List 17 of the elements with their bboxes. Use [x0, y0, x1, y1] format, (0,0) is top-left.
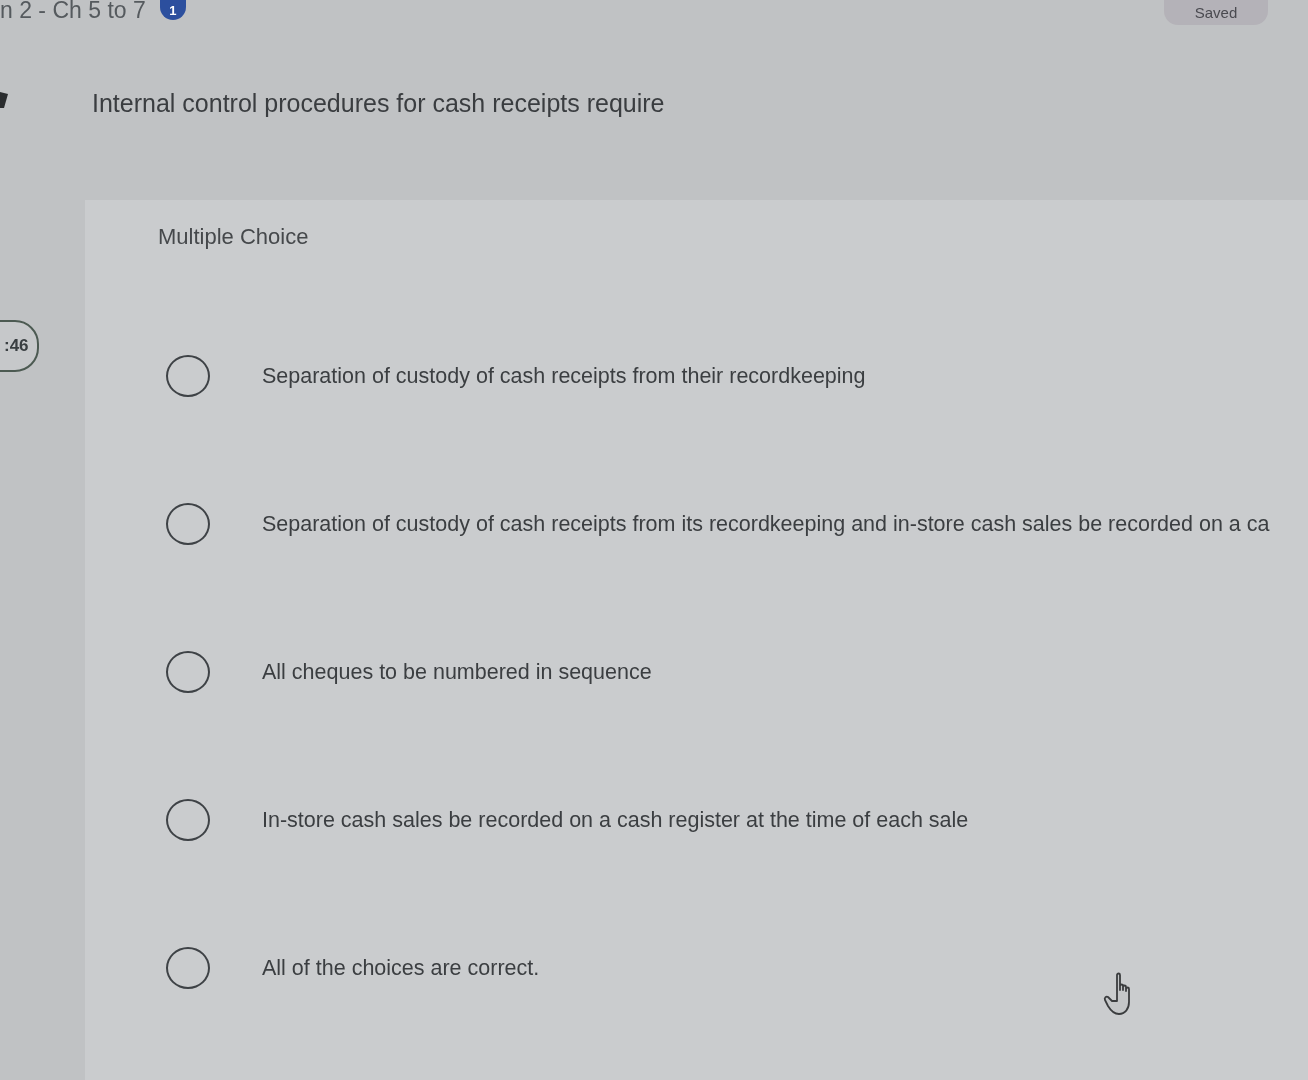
radio-button[interactable] [166, 947, 210, 989]
option-text[interactable]: All cheques to be numbered in sequence [262, 659, 652, 685]
timer-display: :46 [0, 320, 39, 372]
radio-button[interactable] [166, 503, 210, 545]
question-type-label: Multiple Choice [158, 224, 309, 250]
radio-button[interactable] [166, 355, 210, 397]
assignment-title: n 2 - Ch 5 to 7 [0, 0, 146, 20]
option-text[interactable]: Separation of custody of cash receipts from its recordkeeping and in-store cash sales be recorded on a ca [262, 511, 1270, 537]
question-prompt: Internal control procedures for cash receipts require [92, 89, 665, 117]
option-text[interactable]: Separation of custody of cash receipts from their recordkeeping [262, 363, 866, 389]
count-badge: 1 [159, 0, 186, 20]
marker-icon [0, 92, 8, 108]
saved-status: Saved [1164, 0, 1268, 25]
radio-button[interactable] [166, 651, 210, 693]
option-text[interactable]: In-store cash sales be recorded on a cash register at the time of each sale [262, 807, 969, 833]
radio-button[interactable] [166, 799, 210, 841]
option-text[interactable]: All of the choices are correct. [262, 955, 540, 981]
